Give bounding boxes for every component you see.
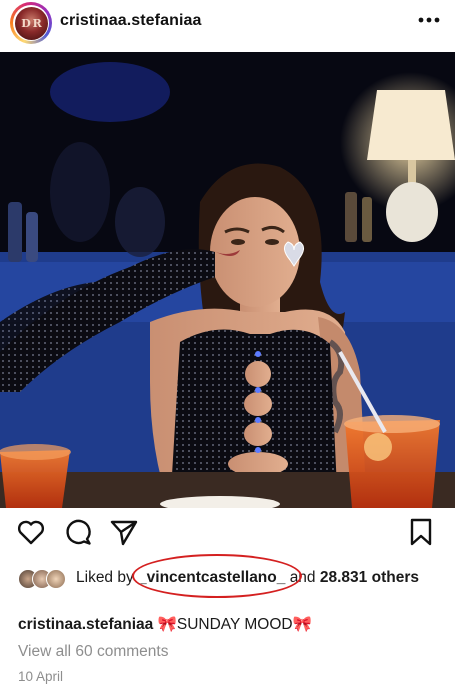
likes-prefix: Liked by: [76, 569, 134, 586]
heart-icon[interactable]: [16, 517, 46, 547]
caption-username[interactable]: cristinaa.stefaniaa: [18, 616, 153, 633]
likes-suffix[interactable]: others: [372, 569, 419, 586]
post-date: 10 April: [18, 669, 64, 684]
action-bar: [0, 517, 455, 557]
liker-avatar: [46, 569, 66, 589]
send-icon[interactable]: [109, 517, 139, 547]
likes-count[interactable]: 28.831: [320, 569, 367, 586]
post-photo[interactable]: [0, 52, 455, 508]
post-header: D R cristinaa.stefaniaa: [0, 0, 455, 52]
comment-icon[interactable]: [63, 517, 93, 547]
liker-avatars[interactable]: [18, 569, 72, 589]
caption: cristinaa.stefaniaa 🎀SUNDAY MOOD🎀: [18, 615, 312, 634]
highlight-ring-annotation: [132, 554, 302, 598]
bookmark-icon[interactable]: [408, 517, 434, 547]
photo-illustration: [0, 52, 455, 508]
caption-text: SUNDAY MOOD: [176, 616, 293, 633]
ellipsis-icon[interactable]: [418, 16, 440, 24]
avatar-image: D R: [14, 6, 48, 40]
view-comments-link[interactable]: View all 60 comments: [18, 643, 168, 661]
post-username[interactable]: cristinaa.stefaniaa: [60, 12, 202, 30]
bow-emoji: 🎀: [292, 616, 312, 633]
profile-avatar[interactable]: D R: [10, 2, 52, 44]
bow-emoji: 🎀: [157, 616, 177, 633]
